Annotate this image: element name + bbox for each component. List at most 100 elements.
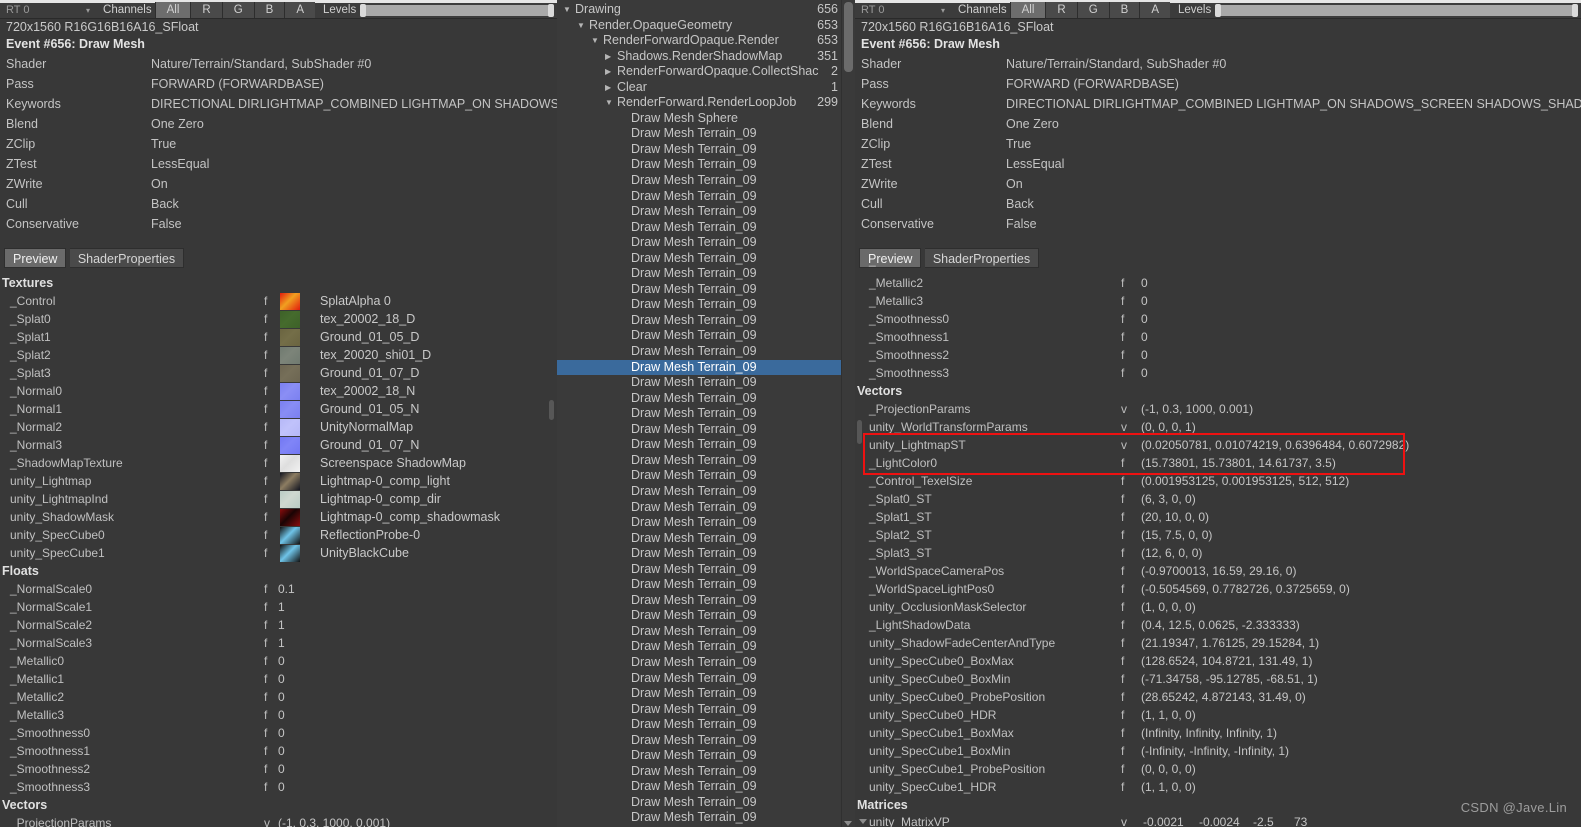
channel-seg-g-right[interactable]: G <box>1076 2 1109 18</box>
channel-seg-r[interactable]: R <box>190 2 222 18</box>
shader-property-row[interactable]: _Metallic0 f 0 <box>0 652 557 670</box>
matrix-block[interactable]: unity_MatrixVPv-0.0021-0.0024-2.573-0.64… <box>855 814 1581 827</box>
shader-property-row[interactable]: _Metallic3 f 0 <box>0 706 557 724</box>
event-tree-row[interactable]: ▼ RenderForward.RenderLoopJob 299 <box>557 95 842 111</box>
shader-property-row[interactable]: _Control f SplatAlpha 0 <box>0 292 557 310</box>
shader-property-row[interactable]: unity_LightmapST v (0.02050781, 0.01074219… <box>855 436 1581 454</box>
event-tree-row[interactable]: ▶ RenderForwardOpaque.CollectShac 2 <box>557 64 842 80</box>
event-tree-row[interactable]: Draw Mesh Terrain_09 <box>557 484 842 500</box>
triangle-right-icon[interactable]: ▶ <box>605 49 611 65</box>
event-tree-row[interactable]: Draw Mesh Terrain_09 <box>557 500 842 516</box>
event-tree-row[interactable]: Draw Mesh Terrain_09 <box>557 282 842 298</box>
chevron-down-icon[interactable]: ▾ <box>86 6 90 15</box>
channel-seg-all[interactable]: All <box>154 2 191 18</box>
event-tree-row[interactable]: Draw Mesh Terrain_09 <box>557 717 842 733</box>
shader-property-row[interactable]: _Splat3 f Ground_01_07_D <box>0 364 557 382</box>
shader-property-row[interactable]: _Splat3_ST f (12, 6, 0, 0) <box>855 544 1581 562</box>
shader-property-row[interactable]: unity_SpecCube0_BoxMax f (128.6524, 104.87… <box>855 652 1581 670</box>
shader-property-row[interactable]: _Smoothness0 f 0 <box>855 310 1581 328</box>
event-tree-row[interactable]: Draw Mesh Terrain_09 <box>557 671 842 687</box>
event-tree-row[interactable]: Draw Mesh Terrain_09 <box>557 313 842 329</box>
shader-property-row[interactable]: _Metallic1 f 0 <box>0 670 557 688</box>
texture-thumbnail[interactable] <box>280 383 300 400</box>
event-tree-row[interactable]: Draw Mesh Terrain_09 <box>557 764 842 780</box>
texture-thumbnail[interactable] <box>280 293 300 310</box>
shader-property-row[interactable]: _Smoothness3 f 0 <box>855 364 1581 382</box>
shader-property-row[interactable]: unity_SpecCube0_BoxMin f (-71.34758, -95.1… <box>855 670 1581 688</box>
shader-property-row[interactable]: _Normal2 f UnityNormalMap <box>0 418 557 436</box>
shader-property-row[interactable]: _WorldSpaceCameraPos f (-0.9700013, 16.59,… <box>855 562 1581 580</box>
shader-property-row[interactable]: unity_SpecCube1_BoxMin f (-Infinity, -Infi… <box>855 742 1581 760</box>
shader-property-row[interactable]: _Smoothness1 f 0 <box>0 742 557 760</box>
levels-slider-min-handle[interactable] <box>360 3 367 17</box>
event-tree-scrollbar-thumb[interactable] <box>844 2 853 72</box>
event-tree-row[interactable]: Draw Mesh Terrain_09 <box>557 142 842 158</box>
shader-property-row[interactable]: unity_WorldTransformParams v (0, 0, 0, 1) <box>855 418 1581 436</box>
event-tree-row[interactable]: Draw Mesh Terrain_09 <box>557 173 842 189</box>
event-tree-row[interactable]: Draw Mesh Terrain_09 <box>557 453 842 469</box>
texture-thumbnail[interactable] <box>280 401 300 418</box>
shader-property-row[interactable]: _LightShadowData f (0.4, 12.5, 0.0625, -2.… <box>855 616 1581 634</box>
shader-property-row[interactable]: unity_Lightmap f Lightmap-0_comp_light <box>0 472 557 490</box>
left-shader-properties-list[interactable]: Textures _Control f SplatAlpha 0 _Splat0 f tex… <box>0 274 557 827</box>
event-tree-row[interactable]: ▼ RenderForwardOpaque.Render 653 <box>557 33 842 49</box>
texture-thumbnail[interactable] <box>280 329 300 346</box>
shader-property-row[interactable]: unity_SpecCube0 f ReflectionProbe-0 <box>0 526 557 544</box>
chevron-down-icon-right[interactable]: ▾ <box>941 6 945 15</box>
shader-property-row[interactable]: _Smoothness2 f 0 <box>0 760 557 778</box>
shader-property-row[interactable]: _Splat2_ST f (15, 7.5, 0, 0) <box>855 526 1581 544</box>
shader-property-row[interactable]: _Splat1 f Ground_01_05_D <box>0 328 557 346</box>
texture-thumbnail[interactable] <box>280 527 300 544</box>
channel-seg-r-right[interactable]: R <box>1045 2 1077 18</box>
shader-property-row[interactable]: _Normal0 f tex_20002_18_N <box>0 382 557 400</box>
left-panel-scrollbar-thumb[interactable] <box>549 400 554 420</box>
event-tree-rows[interactable]: ▼ Drawing 656 ▼ Render.OpaqueGeometry 653 ▼ Ren… <box>557 2 842 827</box>
right-scroll-down-arrow-icon[interactable] <box>859 819 867 824</box>
event-tree-row[interactable]: Draw Mesh Sphere <box>557 111 842 127</box>
shader-property-row[interactable]: unity_SpecCube1_HDR f (1, 1, 0, 0) <box>855 778 1581 796</box>
channel-seg-b[interactable]: B <box>253 2 285 18</box>
event-tree-row[interactable]: Draw Mesh Terrain_09 <box>557 251 842 267</box>
event-tree-row[interactable]: Draw Mesh Terrain_09 <box>557 344 842 360</box>
event-tree-row[interactable]: Draw Mesh Terrain_09 <box>557 531 842 547</box>
shader-property-row[interactable]: _Metallic2 f 0 <box>0 688 557 706</box>
event-tree-row[interactable]: Draw Mesh Terrain_09 <box>557 204 842 220</box>
channel-seg-all-right[interactable]: All <box>1009 2 1046 18</box>
event-tree-row[interactable]: Draw Mesh Terrain_09 <box>557 220 842 236</box>
shader-property-row[interactable]: unity_SpecCube1_ProbePosition f (0, 0, 0, … <box>855 760 1581 778</box>
shader-property-row[interactable]: unity_SpecCube0_ProbePosition f (28.65242,… <box>855 688 1581 706</box>
event-tree-row[interactable]: Draw Mesh Terrain_09 <box>557 328 842 344</box>
event-tree-row[interactable]: ▶ Clear 1 <box>557 80 842 96</box>
levels-slider-right[interactable] <box>1215 3 1578 17</box>
event-tree-row[interactable]: ▶ Shadows.RenderShadowMap 351 <box>557 49 842 65</box>
shader-property-row[interactable]: _LightColor0 f (15.73801, 15.73801, 14.617… <box>855 454 1581 472</box>
event-tree-row[interactable]: Draw Mesh Terrain_09 <box>557 686 842 702</box>
texture-thumbnail[interactable] <box>280 455 300 472</box>
right-shader-properties-list[interactable]: _Metallic1f0_Metallic2f0_Metallic3f0_Smo… <box>855 265 1581 827</box>
event-tree-row[interactable]: ▼ Drawing 656 <box>557 2 842 18</box>
event-tree-row[interactable]: Draw Mesh Terrain_09 <box>557 655 842 671</box>
shader-property-row[interactable]: _WorldSpaceLightPos0 f (-0.5054569, 0.7782… <box>855 580 1581 598</box>
texture-thumbnail[interactable] <box>280 545 300 562</box>
event-tree-row[interactable]: Draw Mesh Terrain_09 <box>557 624 842 640</box>
shader-property-row[interactable]: _NormalScale3 f 1 <box>0 634 557 652</box>
event-tree-row[interactable]: Draw Mesh Terrain_09 <box>557 157 842 173</box>
tab-shaderproperties-left[interactable]: ShaderProperties <box>69 248 185 268</box>
shader-property-row[interactable]: _Splat2 f tex_20020_shi01_D <box>0 346 557 364</box>
left-preview-toolbar[interactable]: RT 0 ▾ Channels All R G B A Levels <box>0 0 557 19</box>
shader-property-row[interactable]: _Metallic2 f 0 <box>855 274 1581 292</box>
shader-property-row[interactable]: _Splat0_ST f (6, 3, 0, 0) <box>855 490 1581 508</box>
shader-property-row[interactable]: _Splat1_ST f (20, 10, 0, 0) <box>855 508 1581 526</box>
event-tree-row[interactable]: Draw Mesh Terrain_09 <box>557 702 842 718</box>
shader-property-row-clipped[interactable]: _Metallic1f0 <box>855 265 1581 274</box>
shader-property-row[interactable]: _ShadowMapTexture f Screenspace ShadowMap <box>0 454 557 472</box>
event-tree-row[interactable]: ▼ Render.OpaqueGeometry 653 <box>557 18 842 34</box>
levels-slider[interactable] <box>360 3 554 17</box>
event-tree-row[interactable]: Draw Mesh Terrain_09 <box>557 468 842 484</box>
shader-property-row[interactable]: _Normal1 f Ground_01_05_N <box>0 400 557 418</box>
event-tree-row[interactable]: Draw Mesh Terrain_09 <box>557 266 842 282</box>
shader-property-row[interactable]: _Metallic3 f 0 <box>855 292 1581 310</box>
render-target-label[interactable]: RT 0 <box>0 4 86 16</box>
event-tree-row[interactable]: Draw Mesh Terrain_09 <box>557 810 842 826</box>
texture-thumbnail[interactable] <box>280 473 300 490</box>
